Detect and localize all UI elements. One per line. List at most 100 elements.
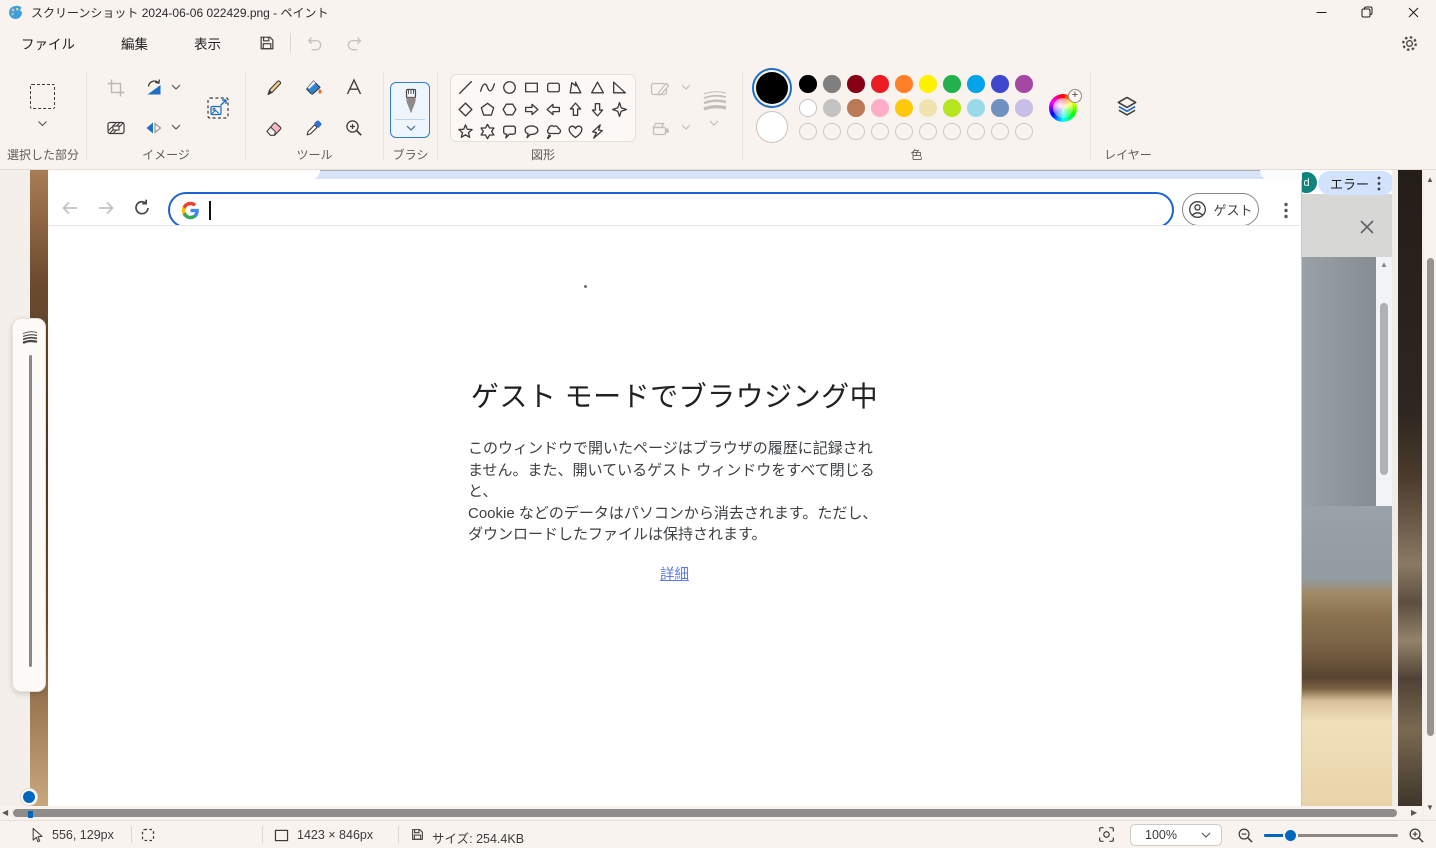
menu-edit[interactable]: 編集	[108, 27, 161, 59]
scroll-right-arrow[interactable]: ▶	[1411, 809, 1417, 817]
color-swatch-00a2e8[interactable]	[967, 75, 985, 93]
color-swatch-ff7f27[interactable]	[895, 75, 913, 93]
color-swatch-000000[interactable]	[799, 75, 817, 93]
color-swatch-3f48cc[interactable]	[991, 75, 1009, 93]
color2-swatch[interactable]	[756, 111, 788, 143]
color-swatch-c3c3c3[interactable]	[823, 99, 841, 117]
shape-fill-button[interactable]	[650, 120, 672, 138]
guest-profile-button[interactable]: ゲスト	[1182, 193, 1259, 226]
address-bar[interactable]	[168, 192, 1174, 228]
menu-view[interactable]: 表示	[181, 27, 234, 59]
redo-button[interactable]	[339, 29, 369, 57]
shape-polygon-button[interactable]	[564, 76, 586, 98]
chevron-down-icon[interactable]	[37, 120, 48, 127]
size-slider-track[interactable]	[29, 355, 32, 667]
settings-button[interactable]	[1394, 29, 1424, 57]
scroll-down-arrow[interactable]: ▼	[1426, 804, 1434, 812]
flip-button[interactable]	[144, 118, 164, 138]
color-swatch-880015[interactable]	[847, 75, 865, 93]
horizontal-scrollbar-thumb[interactable]	[13, 809, 1397, 817]
close-button[interactable]	[1390, 0, 1436, 24]
shape-arrow-right-button[interactable]	[520, 98, 542, 120]
chevron-down-icon[interactable]	[171, 124, 181, 130]
horizontal-scrollbar[interactable]: ◀ ▶	[0, 806, 1422, 820]
color-swatch-ffc90e[interactable]	[895, 99, 913, 117]
browser-menu-button[interactable]	[1272, 196, 1300, 224]
shape-star-6-button[interactable]	[476, 120, 498, 142]
scroll-left-arrow[interactable]: ◀	[2, 809, 8, 817]
restore-button[interactable]	[1344, 0, 1390, 24]
color-swatch-ed1c24[interactable]	[871, 75, 889, 93]
shape-heart-button[interactable]	[564, 120, 586, 142]
magnifier-tool[interactable]	[344, 118, 364, 138]
color-swatch-7f7f7f[interactable]	[823, 75, 841, 93]
color-swatch-22b14c[interactable]	[943, 75, 961, 93]
color-swatch-empty[interactable]	[823, 123, 841, 141]
color-swatch-ffaec9[interactable]	[871, 99, 889, 117]
shape-star-4-button[interactable]	[608, 98, 630, 120]
color-swatch-b97a57[interactable]	[847, 99, 865, 117]
size-slider-thumb[interactable]	[21, 789, 37, 805]
paint-canvas-image[interactable]: d エラー ▲	[30, 170, 1422, 806]
chevron-down-icon[interactable]	[406, 125, 416, 131]
color-swatch-empty[interactable]	[1015, 123, 1033, 141]
stroke-width-button[interactable]	[700, 88, 730, 114]
text-tool[interactable]	[344, 77, 364, 97]
zoom-level-dropdown[interactable]: 100%	[1130, 824, 1222, 846]
resize-button[interactable]	[206, 96, 230, 120]
shape-star-5-button[interactable]	[454, 120, 476, 142]
color-swatch-empty[interactable]	[871, 123, 889, 141]
color-swatch-99d9ea[interactable]	[967, 99, 985, 117]
color-swatch-efe4b0[interactable]	[919, 99, 937, 117]
zoom-in-icon[interactable]	[1408, 827, 1425, 844]
chevron-down-icon[interactable]	[681, 84, 691, 90]
rotate-button[interactable]	[144, 78, 164, 98]
back-button[interactable]	[56, 194, 84, 222]
shape-callout-rounded-button[interactable]	[498, 120, 520, 142]
color-picker-tool[interactable]	[304, 118, 324, 138]
shape-right-triangle-button[interactable]	[608, 76, 630, 98]
fill-tool[interactable]	[304, 78, 324, 98]
shape-callout-oval-button[interactable]	[520, 120, 542, 142]
selection-style-button[interactable]	[106, 118, 126, 138]
vertical-scrollbar[interactable]: ▲ ▼	[1424, 170, 1436, 820]
color-swatch-7092be[interactable]	[991, 99, 1009, 117]
details-link[interactable]: 詳細	[660, 567, 689, 583]
forward-button[interactable]	[92, 194, 120, 222]
pencil-tool[interactable]	[264, 78, 284, 98]
eraser-tool[interactable]	[264, 118, 284, 138]
fit-to-screen-icon[interactable]	[1098, 826, 1115, 843]
color-swatch-empty[interactable]	[943, 123, 961, 141]
shape-arrow-down-button[interactable]	[586, 98, 608, 120]
shape-hexagon-button[interactable]	[498, 98, 520, 120]
undo-button[interactable]	[299, 29, 329, 57]
layers-button[interactable]	[1114, 94, 1140, 120]
chevron-down-icon[interactable]	[681, 124, 691, 130]
color-swatch-empty[interactable]	[799, 123, 817, 141]
shape-rectangle-button[interactable]	[520, 76, 542, 98]
color-swatch-a349a4[interactable]	[1015, 75, 1033, 93]
color-swatch-b5e61d[interactable]	[943, 99, 961, 117]
zoom-out-icon[interactable]	[1237, 827, 1254, 844]
reload-button[interactable]	[128, 194, 156, 222]
color-swatch-empty[interactable]	[847, 123, 865, 141]
chevron-down-icon[interactable]	[171, 84, 181, 90]
save-button[interactable]	[252, 29, 282, 57]
menu-file[interactable]: ファイル	[8, 27, 88, 59]
shape-arrow-up-button[interactable]	[564, 98, 586, 120]
shape-ellipse-button[interactable]	[498, 76, 520, 98]
color-swatch-empty[interactable]	[895, 123, 913, 141]
color1-swatch[interactable]	[756, 72, 788, 104]
shape-pentagon-button[interactable]	[476, 98, 498, 120]
crop-button[interactable]	[106, 78, 126, 98]
color-swatch-empty[interactable]	[919, 123, 937, 141]
shape-rounded-rectangle-button[interactable]	[542, 76, 564, 98]
vertical-scrollbar-thumb[interactable]	[1427, 258, 1434, 736]
color-swatch-ffffff[interactable]	[799, 99, 817, 117]
color-swatch-fff200[interactable]	[919, 75, 937, 93]
chevron-down-icon[interactable]	[709, 120, 719, 126]
shape-triangle-button[interactable]	[586, 76, 608, 98]
shape-curve-button[interactable]	[476, 76, 498, 98]
color-swatch-c8bfe7[interactable]	[1015, 99, 1033, 117]
scroll-up-arrow[interactable]: ▲	[1426, 176, 1434, 184]
